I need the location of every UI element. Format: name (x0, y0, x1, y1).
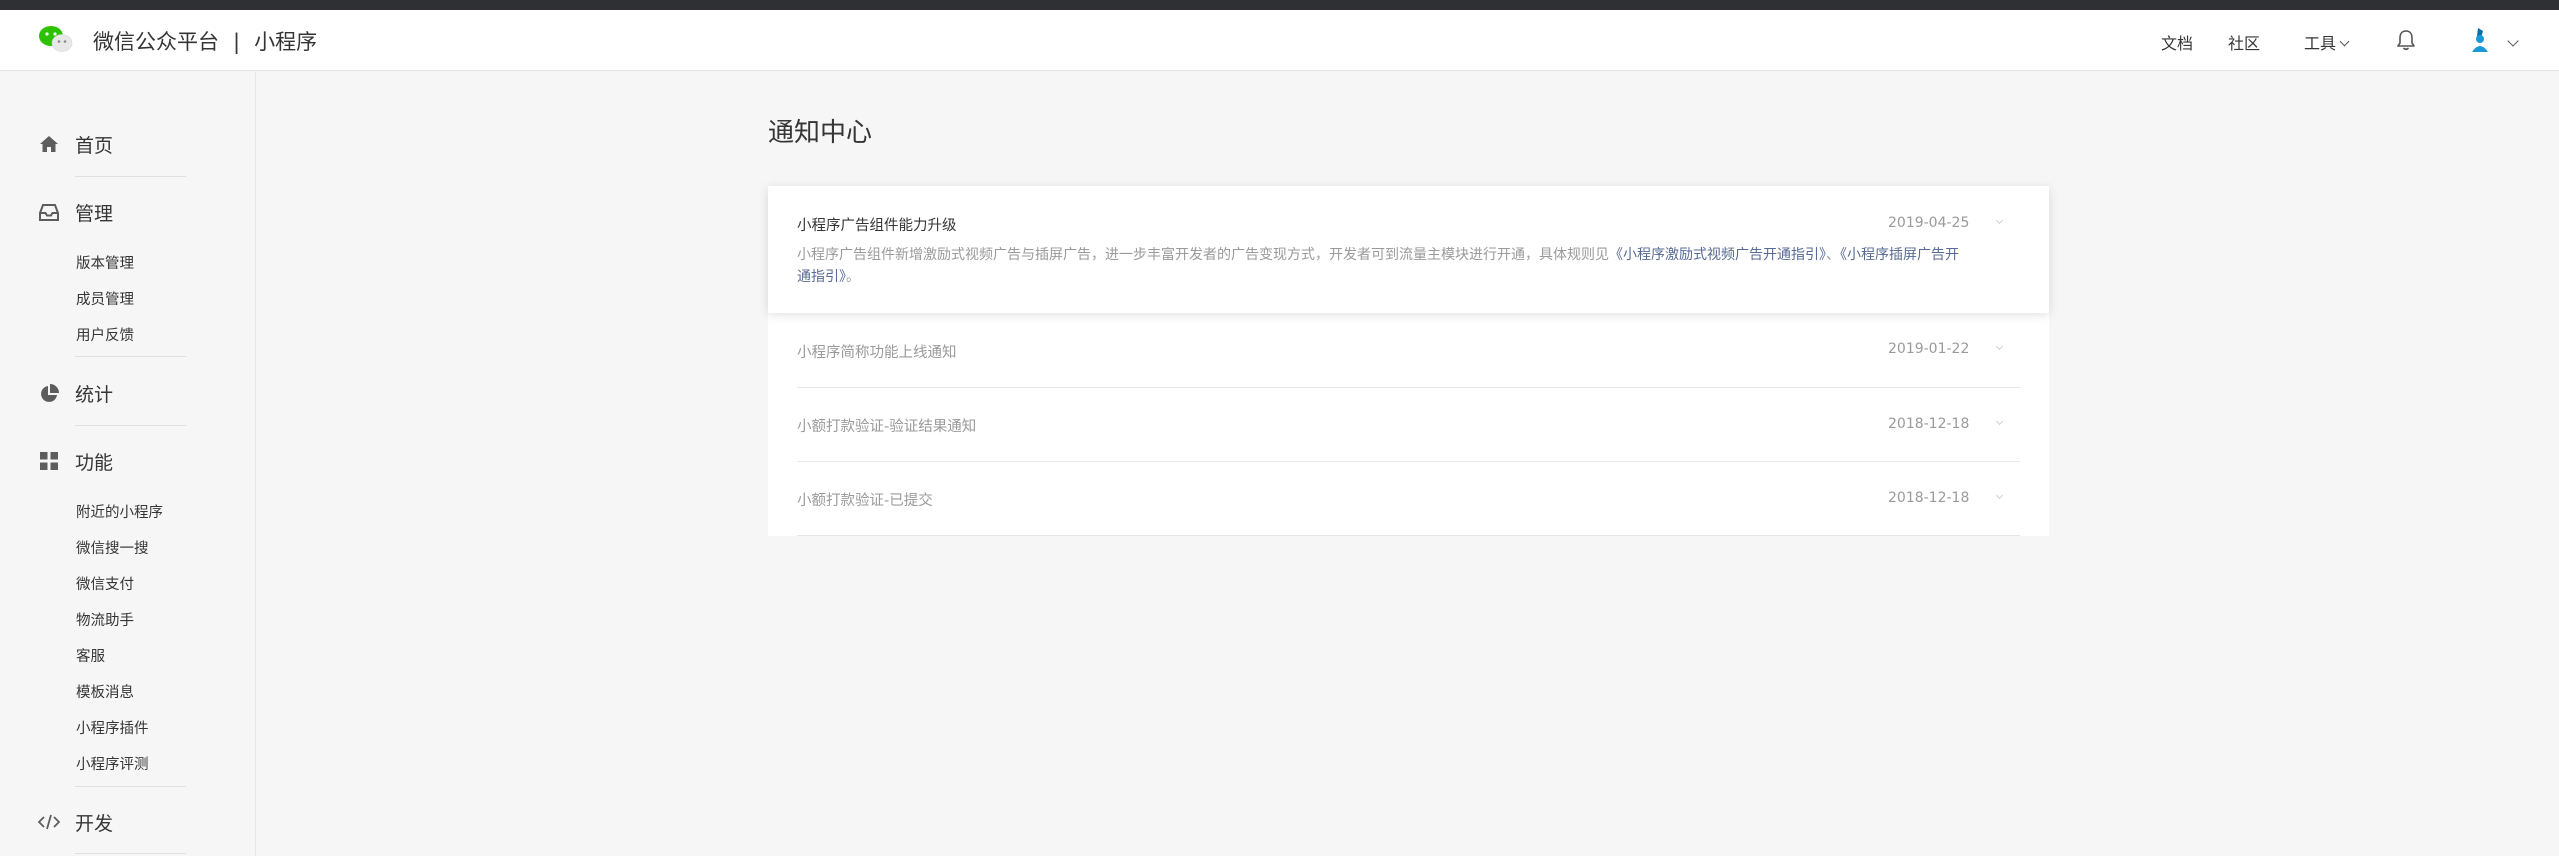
incentive-video-ad-guide-link[interactable]: 《小程序激励式视频广告开通指引》 (1609, 247, 1826, 263)
sidebar-subitem-members[interactable]: 成员管理 (76, 288, 134, 309)
avatar[interactable] (2468, 26, 2492, 54)
page-title: 通知中心 (768, 118, 873, 148)
sidebar-item-manage[interactable]: 管理 (38, 197, 113, 227)
wechat-logo-icon[interactable] (38, 25, 74, 53)
row-divider (797, 387, 2020, 388)
notification-title[interactable]: 小程序简称功能上线通知 (797, 341, 957, 362)
sidebar-item-label: 开发 (75, 812, 114, 835)
inbox-icon (38, 201, 60, 223)
notification-date: 2019-04-25 (1888, 215, 1970, 231)
sidebar-item-label: 首页 (75, 134, 114, 157)
sidebar-subitem-plugins[interactable]: 小程序插件 (76, 717, 149, 738)
row-divider (797, 461, 2020, 462)
sidebar-subitem-pay[interactable]: 微信支付 (76, 573, 134, 594)
sidebar: 首页 管理 版本管理 成员管理 用户反馈 统计 功能 附近的小程序 微信搜一搜 … (0, 72, 256, 856)
notification-title[interactable]: 小程序广告组件能力升级 (797, 214, 957, 235)
sidebar-subitem-nearby[interactable]: 附近的小程序 (76, 501, 163, 522)
sidebar-subitem-customer-service[interactable]: 客服 (76, 645, 105, 666)
sidebar-item-home[interactable]: 首页 (38, 129, 113, 159)
notification-date: 2018-12-18 (1888, 490, 1970, 506)
grid-icon (38, 450, 60, 472)
description-separator: 、 (1826, 247, 1840, 263)
notification-title[interactable]: 小额打款验证-验证结果通知 (797, 415, 976, 436)
avatar-chevron-down-icon[interactable] (2507, 35, 2519, 47)
sidebar-item-label: 管理 (75, 202, 114, 225)
sidebar-item-stats[interactable]: 统计 (38, 378, 113, 408)
sidebar-item-label: 功能 (75, 451, 114, 474)
nav-tools-label: 工具 (2304, 34, 2337, 53)
home-icon (38, 133, 60, 155)
sidebar-item-develop[interactable]: 开发 (38, 807, 113, 837)
sidebar-subitem-template-message[interactable]: 模板消息 (76, 681, 134, 702)
sidebar-subitem-feedback[interactable]: 用户反馈 (76, 324, 134, 345)
description-text: 小程序广告组件新增激励式视频广告与插屏广告，进一步丰富开发者的广告变现方式，开发… (797, 247, 1609, 263)
brand-separator: | (233, 30, 241, 54)
sidebar-item-label: 统计 (75, 383, 114, 406)
sidebar-subitem-logistics[interactable]: 物流助手 (76, 609, 134, 630)
nav-community[interactable]: 社区 (2228, 30, 2260, 54)
sidebar-item-features[interactable]: 功能 (38, 446, 113, 476)
pie-chart-icon (38, 382, 60, 404)
brand-name: 微信公众平台 (93, 30, 219, 54)
divider (75, 176, 186, 177)
code-icon (38, 811, 60, 833)
brand-title[interactable]: 微信公众平台 | 小程序 (93, 26, 317, 56)
notification-date: 2019-01-22 (1888, 341, 1970, 357)
divider (75, 356, 186, 357)
sidebar-subitem-search[interactable]: 微信搜一搜 (76, 537, 149, 558)
product-name: 小程序 (254, 30, 318, 54)
sidebar-subitem-version[interactable]: 版本管理 (76, 252, 134, 273)
top-strip (0, 0, 2559, 10)
notification-date: 2018-12-18 (1888, 416, 1970, 432)
chevron-down-icon (2339, 36, 2350, 47)
nav-docs[interactable]: 文档 (2161, 30, 2193, 54)
bell-icon[interactable] (2395, 28, 2417, 52)
notification-description: 小程序广告组件新增激励式视频广告与插屏广告，进一步丰富开发者的广告变现方式，开发… (797, 244, 1967, 288)
sidebar-subitem-review[interactable]: 小程序评测 (76, 753, 149, 774)
description-end: 。 (846, 269, 860, 285)
divider (75, 853, 186, 854)
divider (75, 425, 186, 426)
header: 微信公众平台 | 小程序 文档 社区 工具 (0, 10, 2559, 71)
divider (75, 786, 186, 787)
row-divider (797, 535, 2020, 536)
notification-title[interactable]: 小额打款验证-已提交 (797, 489, 933, 510)
nav-tools[interactable]: 工具 (2304, 30, 2350, 54)
